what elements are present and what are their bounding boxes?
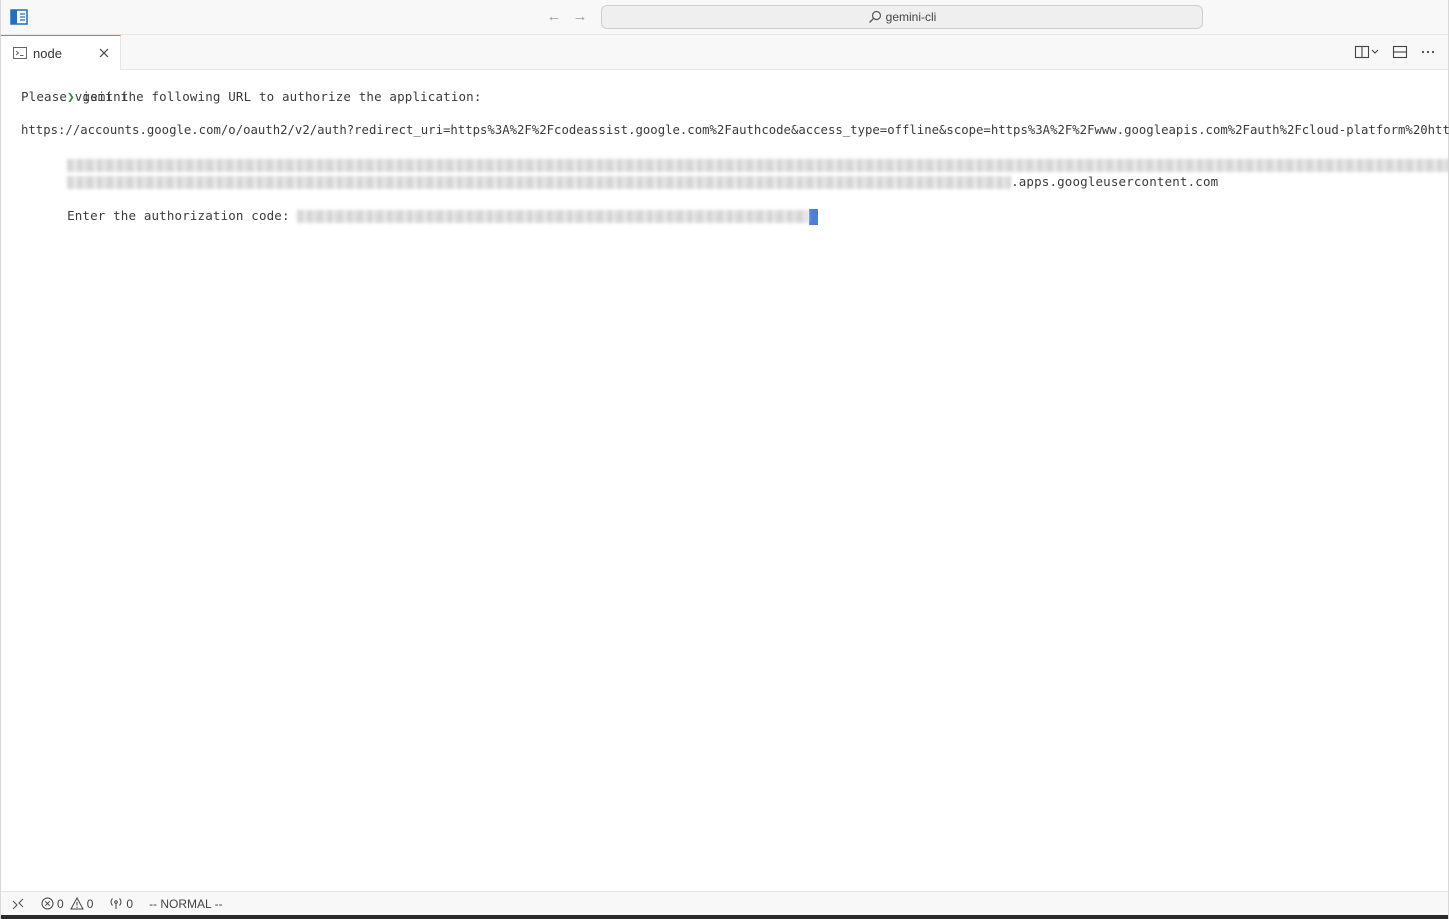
- vim-mode-indicator[interactable]: -- NORMAL --: [149, 897, 223, 911]
- terminal-auth-url-line3: .apps.googleusercontent.com: [21, 156, 1218, 189]
- more-actions-button[interactable]: [1420, 44, 1436, 60]
- terminal-prompt-line: ❯ gemini: [21, 71, 129, 104]
- title-bar: ← → gemini-cli: [1, 0, 1448, 35]
- terminal-auth-url-line2: [21, 139, 1449, 172]
- remote-icon: [12, 898, 24, 909]
- command-center-text: gemini-cli: [885, 10, 937, 24]
- editor-tab-bar: node: [1, 35, 1448, 70]
- terminal-visit-line: Please visit the following URL to author…: [21, 89, 482, 104]
- sidebar-toggle-icon[interactable]: [10, 9, 28, 25]
- terminal-url-suffix: .apps.googleusercontent.com: [1011, 174, 1219, 189]
- command-center-search[interactable]: gemini-cli: [601, 5, 1203, 29]
- tab-label: node: [33, 45, 62, 61]
- auth-code-prompt: Enter the authorization code:: [67, 208, 298, 223]
- toggle-panel-button[interactable]: [1392, 44, 1408, 60]
- close-icon[interactable]: [96, 45, 112, 61]
- terminal-auth-code-line: Enter the authorization code:: [21, 190, 819, 225]
- terminal-auth-url-line1[interactable]: https://accounts.google.com/o/oauth2/v2/…: [21, 122, 1449, 139]
- search-icon: [868, 10, 881, 23]
- back-arrow-icon[interactable]: ←: [545, 8, 563, 26]
- terminal-output[interactable]: ❯ gemini Please visit the following URL …: [21, 71, 1449, 891]
- app-window: ← → gemini-cli node ❯ gemini Please visi…: [0, 0, 1449, 919]
- chevron-down-icon: [1371, 49, 1379, 54]
- error-count: 0: [57, 896, 64, 911]
- redacted-client-id: [67, 176, 1012, 189]
- warning-count: 0: [86, 896, 94, 911]
- broadcast-icon: [111, 898, 122, 909]
- split-editor-icon: [1354, 45, 1370, 59]
- split-editor-button[interactable]: [1354, 44, 1380, 60]
- editor-actions: [1354, 44, 1436, 60]
- tab-node[interactable]: node: [1, 35, 121, 70]
- status-bar: 0 0 0 -- NORMAL --: [1, 891, 1448, 915]
- ports-count: 0: [126, 896, 134, 911]
- terminal-cursor: [809, 208, 819, 225]
- vim-mode-text: -- NORMAL --: [149, 896, 223, 911]
- ports-indicator[interactable]: 0: [109, 897, 133, 911]
- error-icon: [41, 897, 54, 910]
- problems-indicator[interactable]: 0 0: [41, 897, 93, 911]
- redacted-auth-code: [297, 210, 810, 223]
- ellipsis-icon: [1421, 50, 1435, 54]
- remote-indicator[interactable]: [11, 897, 25, 911]
- warning-icon: [69, 897, 84, 910]
- forward-arrow-icon[interactable]: →: [571, 8, 589, 26]
- terminal-icon: [13, 47, 27, 59]
- panel-layout-icon: [1392, 45, 1408, 59]
- window-bottom-edge: [1, 915, 1448, 919]
